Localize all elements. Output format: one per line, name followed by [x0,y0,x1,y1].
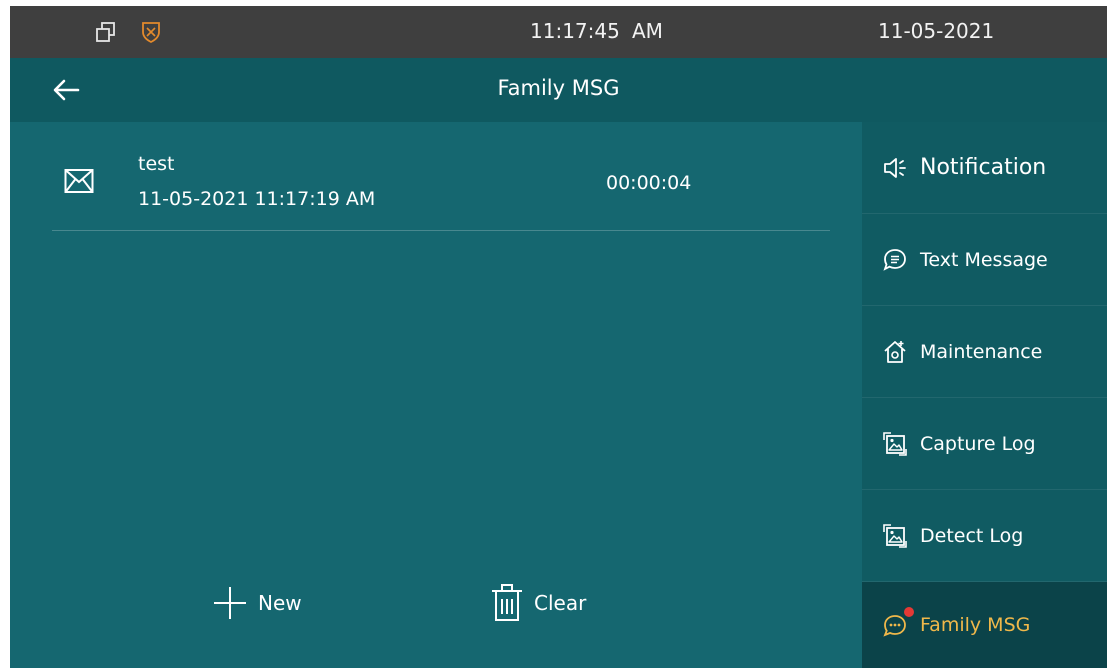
image-log-icon [883,431,907,456]
chat-dots-icon [883,615,906,637]
message-datetime: 11-05-2021 11:17:19 AM [138,188,376,210]
sidebar-item-label: Family MSG [920,614,1031,636]
new-button-label: New [258,591,302,615]
message-duration: 00:00:04 [606,172,692,194]
list-item[interactable]: test 11-05-2021 11:17:19 AM 00:00:04 [52,142,830,231]
plus-icon [214,587,246,619]
house-gear-icon [884,340,906,363]
message-list-panel: test 11-05-2021 11:17:19 AM 00:00:04 New… [10,122,862,668]
sidebar-item-label: Detect Log [920,524,1024,547]
chat-dots-icon-wrap [882,607,914,638]
status-time: 11:17:45 [530,19,620,43]
new-button[interactable]: New [212,578,302,628]
sidebar-item-detect-log[interactable]: Detect Log [862,490,1107,582]
sidebar-item-text-message[interactable]: Text Message [862,214,1107,306]
page-title: Family MSG [497,76,620,100]
chat-list-icon [883,248,906,271]
page-header: Family MSG [10,58,1107,122]
sidebar-item-capture-log[interactable]: Capture Log [862,398,1107,490]
status-ampm: AM [632,19,663,43]
sidebar-item-maintenance[interactable]: Maintenance [862,306,1107,398]
sidebar-item-label: Text Message [920,248,1048,271]
message-title: test [138,153,175,175]
status-date: 11-05-2021 [878,19,995,43]
sidebar-item-label: Maintenance [920,340,1043,363]
sidebar-item-family-msg[interactable]: Family MSG [862,582,1107,668]
status-bar: 11:17:45 AM 11-05-2021 [10,6,1107,58]
app-frame: 11:17:45 AM 11-05-2021 Family MSG test 1… [10,6,1107,668]
sidebar: Notification Text Message Maintenance Ca… [862,122,1107,668]
notification-badge [904,607,914,617]
clear-button-label: Clear [534,591,587,615]
speaker-icon [884,157,906,178]
clear-button[interactable]: Clear [490,578,586,628]
image-log-icon [883,523,907,548]
window-restore-icon [96,22,115,42]
shield-icon [142,22,160,44]
sidebar-item-label: Capture Log [920,432,1036,455]
sidebar-item-notification[interactable]: Notification [862,122,1107,214]
sidebar-item-label: Notification [920,155,1047,180]
envelope-icon [64,169,94,193]
trash-icon [492,584,522,621]
